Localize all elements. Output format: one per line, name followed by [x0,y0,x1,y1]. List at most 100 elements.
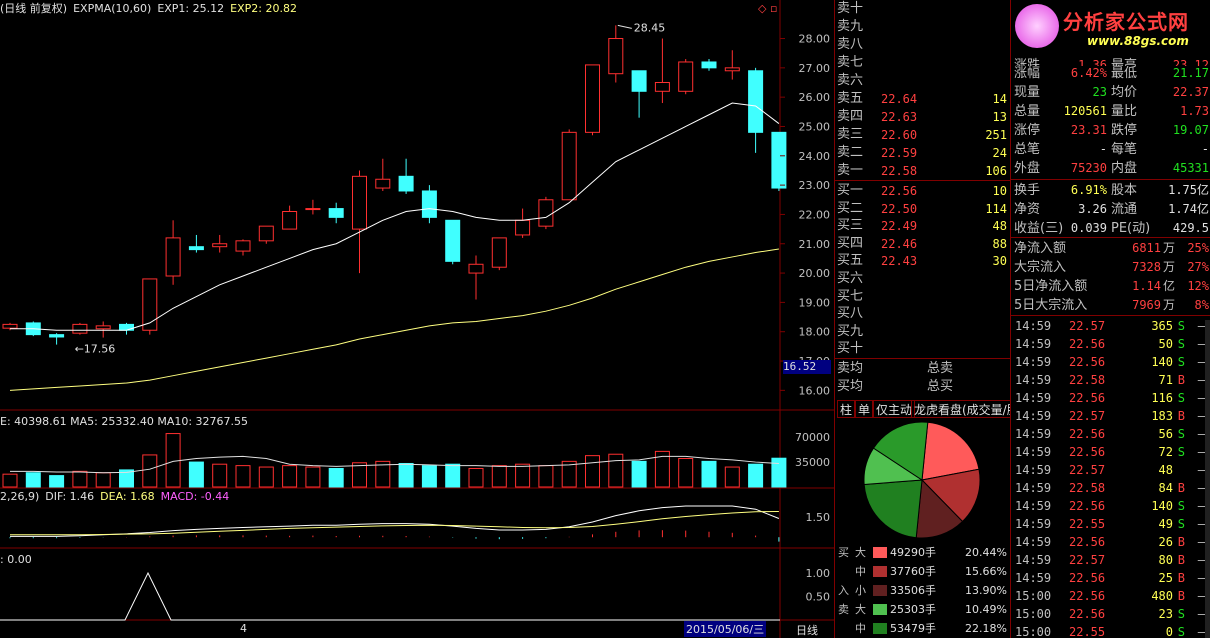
candle-body[interactable] [445,219,461,262]
candle-body[interactable] [72,323,88,334]
buy-order-row[interactable]: 买一 22.56 10 [835,182,1011,200]
fund-flow-value: 6811 [1132,241,1161,255]
tick-row[interactable]: 14:59 22.56 116 S – [1011,389,1210,407]
candle-body[interactable] [2,323,18,329]
tick-row[interactable]: 15:00 22.55 0 S – [1011,623,1210,638]
sell-order-row[interactable]: 卖五 22.64 14 [835,90,1011,108]
buy-order-row[interactable]: 买二 22.50 114 [835,200,1011,218]
sell-order-row[interactable]: 卖二 22.59 24 [835,144,1011,162]
tick-row[interactable]: 14:59 22.57 183 B – [1011,407,1210,425]
candle-body[interactable] [352,175,367,230]
tick-time: 14:59 [1015,553,1052,567]
sell-order-row[interactable]: 卖八 [835,36,1011,54]
candle-body[interactable] [188,246,204,251]
tick-volume: 80 [1158,553,1173,567]
sell-level-label: 卖七 [837,55,864,70]
tick-row[interactable]: 15:00 22.56 23 S – [1011,605,1210,623]
tick-row[interactable]: 14:59 22.58 84 B – [1011,479,1210,497]
candle-body[interactable] [468,263,484,274]
candle-body[interactable] [95,325,111,330]
tick-separator: – [1197,517,1205,531]
candle-body[interactable] [654,82,670,92]
candle-body[interactable] [258,225,274,242]
tick-row[interactable]: 14:59 22.55 49 S – [1011,515,1210,533]
stat-row: 收益(三) 0.039 PE(动) 429.5 [1011,219,1210,238]
candle-body[interactable] [678,61,694,92]
tick-row[interactable]: 14:59 22.56 26 B – [1011,533,1210,551]
tick-row[interactable]: 14:59 22.57 80 B – [1011,551,1210,569]
buy-order-row[interactable]: 买九 [835,323,1011,341]
candle-body[interactable] [49,334,65,338]
candle-body[interactable] [212,243,228,248]
tick-separator: – [1197,391,1205,405]
tick-row[interactable]: 14:59 22.56 25 B – [1011,569,1210,587]
buy-level-label: 买七 [837,288,864,304]
stat-label: 净资 [1014,202,1041,217]
candle-body[interactable] [375,178,391,189]
stat-label: 最低 [1111,66,1138,81]
tick-separator: – [1197,625,1205,638]
candle-body[interactable] [305,208,321,211]
tick-row[interactable]: 14:59 22.56 140 S – [1011,353,1210,371]
tick-price: 22.57 [1069,319,1106,333]
sell-order-row[interactable]: 卖九 [835,18,1011,36]
sell-level-volume: 251 [985,128,1007,142]
candle-body[interactable] [328,208,344,218]
candle-body[interactable] [561,131,577,201]
buy-order-row[interactable]: 买五 22.43 30 [835,252,1011,270]
tick-time: 14:59 [1015,427,1052,441]
candle-body[interactable] [771,131,787,189]
candle-body[interactable] [701,61,717,69]
buy-order-row[interactable]: 买三 22.49 48 [835,217,1011,235]
sell-order-row[interactable]: 卖七 [835,54,1011,72]
sell-order-row[interactable]: 卖三 22.60 251 [835,126,1011,144]
tick-row[interactable]: 15:00 22.56 480 B – [1011,587,1210,605]
volume-bar [421,465,437,488]
chart-corner-icons[interactable]: ◇ ▫ [758,2,777,15]
tick-row[interactable]: 14:59 22.56 50 S – [1011,335,1210,353]
buy-order-row[interactable]: 买七 [835,288,1011,306]
candle-body[interactable] [724,67,740,72]
stat-value: 1.75亿 [1168,183,1209,197]
tick-row[interactable]: 14:59 22.56 56 S – [1011,425,1210,443]
sell-level-label: 卖六 [837,73,864,88]
buy-order-row[interactable]: 买四 22.46 88 [835,235,1011,253]
candle-body[interactable] [538,199,554,227]
tab-bar[interactable]: 柱 [837,400,856,418]
candle-body[interactable] [421,190,437,218]
tick-scrollbar[interactable] [1205,320,1210,638]
candle-body[interactable] [585,64,600,133]
tick-row[interactable]: 14:59 22.56 72 S – [1011,443,1210,461]
candle-body[interactable] [631,70,647,92]
kline-chart-svg[interactable]: 28.45 ←17.56 28.00 27.00 26.00 25.00 24.00 23.… [0,0,834,638]
tick-row[interactable]: 14:59 22.57 48 – [1011,461,1210,479]
candle-body[interactable] [608,38,624,75]
candle-body[interactable] [165,237,181,277]
candle-body[interactable] [119,323,134,331]
candle-body[interactable] [515,219,531,236]
sell-order-row[interactable]: 卖六 [835,72,1011,90]
sell-order-row[interactable]: 卖四 22.63 13 [835,108,1011,126]
tab-dragon-tiger[interactable]: 龙虎看盘(成交量/股 [911,400,1011,418]
tab-single[interactable]: 单 [855,400,874,418]
buy-order-row[interactable]: 买六 [835,270,1011,288]
tick-separator: – [1197,499,1205,513]
tick-row[interactable]: 14:59 22.58 71 B – [1011,371,1210,389]
candle-body[interactable] [491,237,507,268]
candle-body[interactable] [398,175,414,192]
tick-price: 22.58 [1069,481,1106,495]
buy-order-row[interactable]: 买八 [835,305,1011,323]
tick-row[interactable]: 14:59 22.57 365 S – [1011,317,1210,335]
sell-order-row[interactable]: 卖十 [835,0,1011,18]
kline-chart-area[interactable]: 28.45 ←17.56 28.00 27.00 26.00 25.00 24.00 23.… [0,0,834,638]
tab-active-only[interactable]: 仅主动 [873,400,916,418]
sell-order-row[interactable]: 卖一 22.58 106 [835,162,1011,180]
candle-body[interactable] [748,70,764,133]
stat-label: PE(动) [1111,221,1151,236]
candle-body[interactable] [235,240,251,252]
tick-row[interactable]: 14:59 22.56 140 S – [1011,497,1210,515]
candle-body[interactable] [282,211,298,230]
period-label[interactable]: 日线 [796,622,818,638]
buy-order-row[interactable]: 买十 [835,340,1011,358]
buy-level-price: 22.49 [881,219,918,234]
